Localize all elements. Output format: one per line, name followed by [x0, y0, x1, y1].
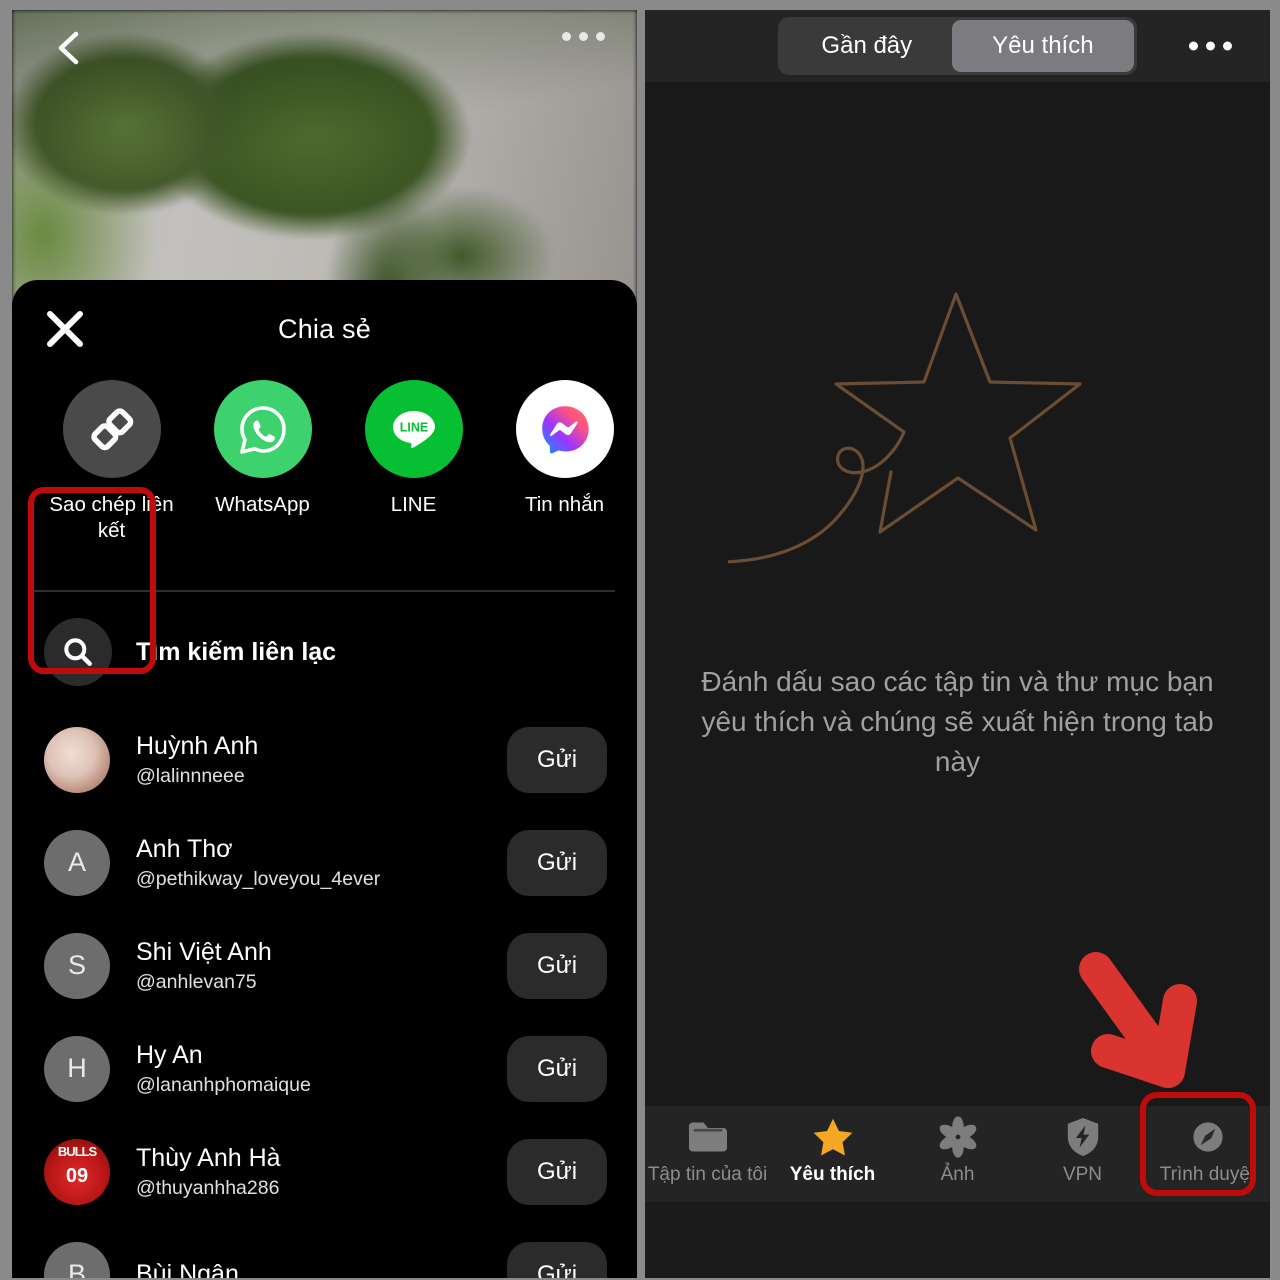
back-chevron-icon[interactable] [50, 24, 90, 72]
contact-info: Huỳnh Anh @lalinnneee [136, 731, 507, 789]
contact-row[interactable]: B Bùi Ngân Gửi [12, 1223, 637, 1278]
tab-favorites[interactable]: Yêu thích [952, 20, 1134, 72]
contact-name: Hy An [136, 1040, 203, 1069]
line-icon: LINE [364, 380, 463, 478]
nav-item-my-files[interactable]: Tập tin của tôi [645, 1114, 770, 1186]
share-app-row: Sao chép liên kết WhatsApp LINE LINE Tin… [12, 380, 637, 674]
contact-info: Thùy Anh Hà @thuyanhha286 [136, 1143, 507, 1201]
contact-handle: @pethikway_loveyou_4ever [136, 868, 381, 891]
video-background [12, 10, 637, 310]
share-target-messenger[interactable]: Tin nhắn [489, 380, 637, 580]
avatar [44, 726, 110, 793]
contact-name: Shi Việt Anh [136, 937, 272, 966]
contact-row[interactable]: S Shi Việt Anh @anhlevan75 Gửi [12, 914, 637, 1017]
contact-name: Bùi Ngân [136, 1260, 239, 1278]
shield-bolt-icon [1064, 1114, 1102, 1160]
avatar: H [44, 1035, 110, 1102]
contact-info: Anh Thơ @pethikway_loveyou_4ever [136, 834, 507, 892]
contact-handle: @lalinnneee [136, 765, 245, 788]
share-target-label: LINE [390, 493, 437, 516]
segmented-tab-bar: Gần đây Yêu thích [645, 10, 1270, 82]
flower-icon [936, 1114, 980, 1160]
empty-state-message: Đánh dấu sao các tập tin và thư mục bạn … [701, 666, 1214, 777]
whatsapp-icon [213, 380, 312, 478]
contact-name: Huỳnh Anh [136, 731, 259, 760]
compass-icon [1187, 1114, 1229, 1160]
share-sheet-header: Chia sẻ [12, 280, 637, 380]
contact-info: Shi Việt Anh @anhlevan75 [136, 937, 507, 995]
contact-handle: @thuyanhha286 [136, 1177, 280, 1200]
share-target-label: WhatsApp [215, 493, 310, 516]
nav-item-label: Ảnh [940, 1164, 975, 1185]
share-target-copy-link[interactable]: Sao chép liên kết [36, 380, 187, 580]
folder-icon [686, 1114, 730, 1160]
search-icon [44, 618, 112, 686]
nav-item-label: Trình duyệt [1159, 1164, 1256, 1185]
screenshot-stage: Chia sẻ Sao chép liên kết WhatsApp LINE … [0, 0, 1280, 1280]
nav-item-browser[interactable]: Trình duyệt [1145, 1114, 1270, 1186]
send-button[interactable]: Gửi [507, 829, 607, 896]
nav-item-label: Tập tin của tôi [647, 1164, 768, 1185]
share-target-label: Sao chép liên kết [49, 493, 174, 543]
more-options-icon[interactable] [562, 32, 605, 41]
star-outline-illustration [715, 232, 1188, 632]
contact-info: Bùi Ngân [136, 1259, 507, 1278]
svg-text:LINE: LINE [399, 421, 427, 435]
link-chain-icon [62, 380, 161, 478]
contact-name: Anh Thơ [136, 834, 233, 863]
right-phone-panel: Gần đây Yêu thích Đánh dấu sao các tập t… [645, 10, 1270, 1278]
segmented-control: Gần đây Yêu thích [778, 17, 1137, 75]
avatar [44, 1138, 110, 1205]
contact-handle: @anhlevan75 [136, 971, 257, 994]
send-button[interactable]: Gửi [507, 1241, 607, 1278]
tab-recent[interactable]: Gần đây [781, 20, 952, 72]
search-contacts-label: Tìm kiếm liên lạc [136, 637, 337, 666]
nav-item-favorites[interactable]: Yêu thích [770, 1114, 895, 1186]
contact-handle: @lananhphomaique [136, 1074, 311, 1097]
share-sheet: Chia sẻ Sao chép liên kết WhatsApp LINE … [12, 280, 637, 1278]
left-phone-panel: Chia sẻ Sao chép liên kết WhatsApp LINE … [12, 10, 637, 1278]
avatar: A [44, 829, 110, 896]
nav-item-label: Yêu thích [789, 1164, 876, 1185]
send-button[interactable]: Gửi [507, 1138, 607, 1205]
share-target-label: Tin nhắn [524, 493, 605, 516]
share-target-line[interactable]: LINE LINE [338, 380, 489, 580]
share-sheet-title: Chia sẻ [278, 314, 371, 344]
favorites-empty-state: Đánh dấu sao các tập tin và thư mục bạn … [645, 82, 1270, 1202]
avatar: B [44, 1241, 110, 1278]
search-contacts-row[interactable]: Tìm kiếm liên lạc [12, 592, 637, 708]
send-button[interactable]: Gửi [507, 726, 607, 793]
red-arrow-icon [1068, 945, 1218, 1110]
send-button[interactable]: Gửi [507, 932, 607, 999]
contact-info: Hy An @lananhphomaique [136, 1040, 507, 1098]
nav-item-vpn[interactable]: VPN [1020, 1114, 1145, 1186]
share-target-whatsapp[interactable]: WhatsApp [187, 380, 338, 580]
more-options-icon[interactable] [1189, 41, 1232, 51]
nav-item-label: VPN [1062, 1164, 1103, 1185]
avatar: S [44, 932, 110, 999]
contact-row[interactable]: A Anh Thơ @pethikway_loveyou_4ever Gửi [12, 811, 637, 914]
star-icon [811, 1114, 855, 1160]
contact-row[interactable]: H Hy An @lananhphomaique Gửi [12, 1017, 637, 1120]
bottom-navigation-bar: Tập tin của tôi Yêu thích Ảnh VPN Trình … [645, 1092, 1270, 1202]
contact-name: Thùy Anh Hà [136, 1143, 281, 1172]
send-button[interactable]: Gửi [507, 1035, 607, 1102]
contact-row[interactable]: Huỳnh Anh @lalinnneee Gửi [12, 708, 637, 811]
contact-row[interactable]: Thùy Anh Hà @thuyanhha286 Gửi [12, 1120, 637, 1223]
messenger-icon [515, 380, 614, 478]
nav-item-photos[interactable]: Ảnh [895, 1114, 1020, 1186]
